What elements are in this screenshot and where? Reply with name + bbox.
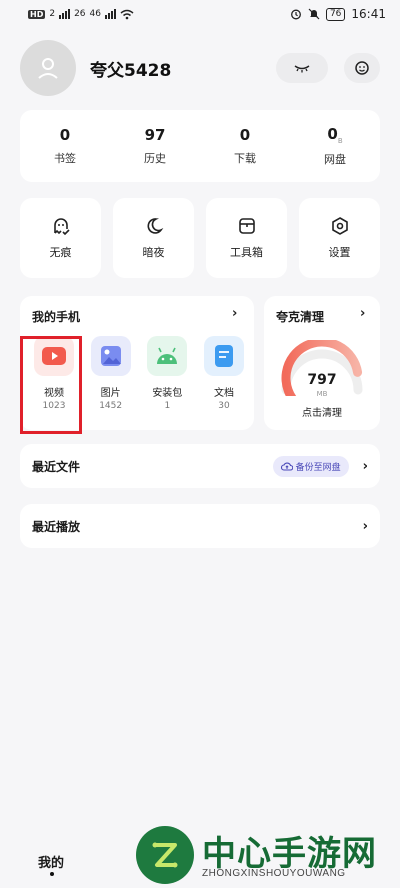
clean-action: 点击清理 xyxy=(302,408,342,419)
app-images[interactable]: 图片 1452 xyxy=(85,336,137,411)
stat-value: 97 xyxy=(144,126,166,144)
username[interactable]: 夸父5428 xyxy=(90,56,171,81)
tool-label: 无痕 xyxy=(49,246,72,259)
watermark-logo xyxy=(136,826,194,884)
stat-label: 下载 xyxy=(234,152,256,165)
backup-label: 备份至网盘 xyxy=(295,462,341,473)
stat-value-wrap: 0B xyxy=(327,125,342,145)
watermark-subtitle: ZHONGXINSHOUYOUWANG xyxy=(202,868,346,879)
stat-label: 网盘 xyxy=(324,153,346,166)
cleaner-card[interactable]: 夸克清理 › 797 MB 点击清理 xyxy=(264,296,380,430)
app-documents[interactable]: 文档 30 xyxy=(198,336,250,411)
clock: 16:41 xyxy=(351,7,386,21)
stat-label: 书签 xyxy=(54,152,76,165)
backup-to-cloud-button[interactable]: 备份至网盘 xyxy=(272,455,349,477)
app-count: 30 xyxy=(218,401,230,411)
toolbox-icon xyxy=(238,218,255,234)
status-bar: HD 2 26 46 76 16:41 xyxy=(0,0,400,28)
video-highlight-box xyxy=(20,336,82,434)
chevron-right-icon[interactable]: › xyxy=(232,306,237,321)
moon-icon xyxy=(147,218,163,234)
tool-incognito[interactable]: 无痕 xyxy=(20,198,101,278)
face-icon xyxy=(355,61,369,75)
signal-icon-2 xyxy=(104,9,116,19)
stat-value: 0 xyxy=(59,126,71,144)
storage-unit: MB xyxy=(316,390,328,398)
battery-indicator: 76 xyxy=(325,7,346,21)
stat-downloads[interactable]: 0 下载 xyxy=(200,110,290,182)
profile-header: 夸父5428 xyxy=(20,38,380,98)
image-icon xyxy=(100,346,121,366)
skin-button[interactable] xyxy=(344,53,380,83)
profile-actions xyxy=(276,53,380,83)
stat-label: 历史 xyxy=(144,152,166,165)
recent-play-row[interactable]: 最近播放 › xyxy=(20,504,380,548)
storage-value: 797 xyxy=(307,372,337,388)
my-phone-title[interactable]: 我的手机 xyxy=(32,308,80,325)
incognito-ghost-icon xyxy=(53,218,70,236)
android-icon-tile xyxy=(147,336,188,376)
status-indicators: HD 2 26 46 xyxy=(28,9,134,20)
chevron-right-icon: › xyxy=(360,306,366,321)
app-apk[interactable]: 安装包 1 xyxy=(141,336,193,411)
tool-night-mode[interactable]: 暗夜 xyxy=(113,198,194,278)
network-type-1: 26 xyxy=(74,9,86,19)
stat-bookmarks[interactable]: 0 书签 xyxy=(20,110,110,182)
stat-value: 0 xyxy=(327,125,338,143)
nav-tab-mine[interactable]: 我的 xyxy=(38,852,64,871)
recent-files-row[interactable]: 最近文件 备份至网盘 › xyxy=(20,444,380,488)
tool-label: 暗夜 xyxy=(142,246,165,259)
document-icon xyxy=(214,345,233,367)
gear-icon xyxy=(331,217,348,235)
cleaner-title: 夸克清理 xyxy=(276,310,325,324)
eye-toggle-button[interactable] xyxy=(276,53,328,83)
tool-toolbox[interactable]: 工具箱 xyxy=(206,198,287,278)
recent-files-title: 最近文件 xyxy=(32,459,81,474)
site-watermark: 中心手游网 ZHONGXINSHOUYOUWANG xyxy=(136,824,396,888)
status-right: 76 16:41 xyxy=(290,7,386,21)
app-count: 1 xyxy=(164,401,171,411)
recent-play-title: 最近播放 xyxy=(32,519,81,534)
avatar[interactable] xyxy=(20,40,76,96)
android-icon xyxy=(157,347,178,364)
user-icon xyxy=(38,58,58,79)
network-type-2: 46 xyxy=(89,9,101,19)
tool-label: 工具箱 xyxy=(230,246,263,259)
tool-label: 设置 xyxy=(328,246,351,259)
z-circuit-logo-icon xyxy=(152,842,178,868)
mute-icon xyxy=(308,8,320,20)
cloud-upload-icon xyxy=(280,462,293,471)
app-name: 安装包 xyxy=(152,388,183,399)
stat-cloud-drive[interactable]: 0B 网盘 xyxy=(290,110,380,182)
stat-unit: B xyxy=(337,137,343,145)
stats-card: 0 书签 97 历史 0 下载 0B 网盘 xyxy=(20,110,380,182)
stat-value: 0 xyxy=(239,126,251,144)
app-count: 1452 xyxy=(99,401,123,411)
document-icon-tile xyxy=(203,336,244,376)
image-icon-tile xyxy=(90,336,131,376)
alarm-icon xyxy=(291,9,301,20)
signal-icon xyxy=(59,9,71,19)
closed-eye-icon xyxy=(294,65,310,73)
app-name: 图片 xyxy=(100,388,121,399)
hd-badge: HD xyxy=(28,9,46,19)
wifi-icon xyxy=(120,9,134,19)
app-name: 文档 xyxy=(213,388,234,399)
sim-number: 2 xyxy=(49,9,56,19)
stat-history[interactable]: 97 历史 xyxy=(110,110,200,182)
active-tab-indicator xyxy=(50,872,54,876)
tool-settings[interactable]: 设置 xyxy=(299,198,380,278)
tools-row: 无痕 暗夜 工具箱 设置 xyxy=(20,198,380,278)
chevron-right-icon: › xyxy=(362,458,368,474)
chevron-right-icon: › xyxy=(362,518,368,534)
